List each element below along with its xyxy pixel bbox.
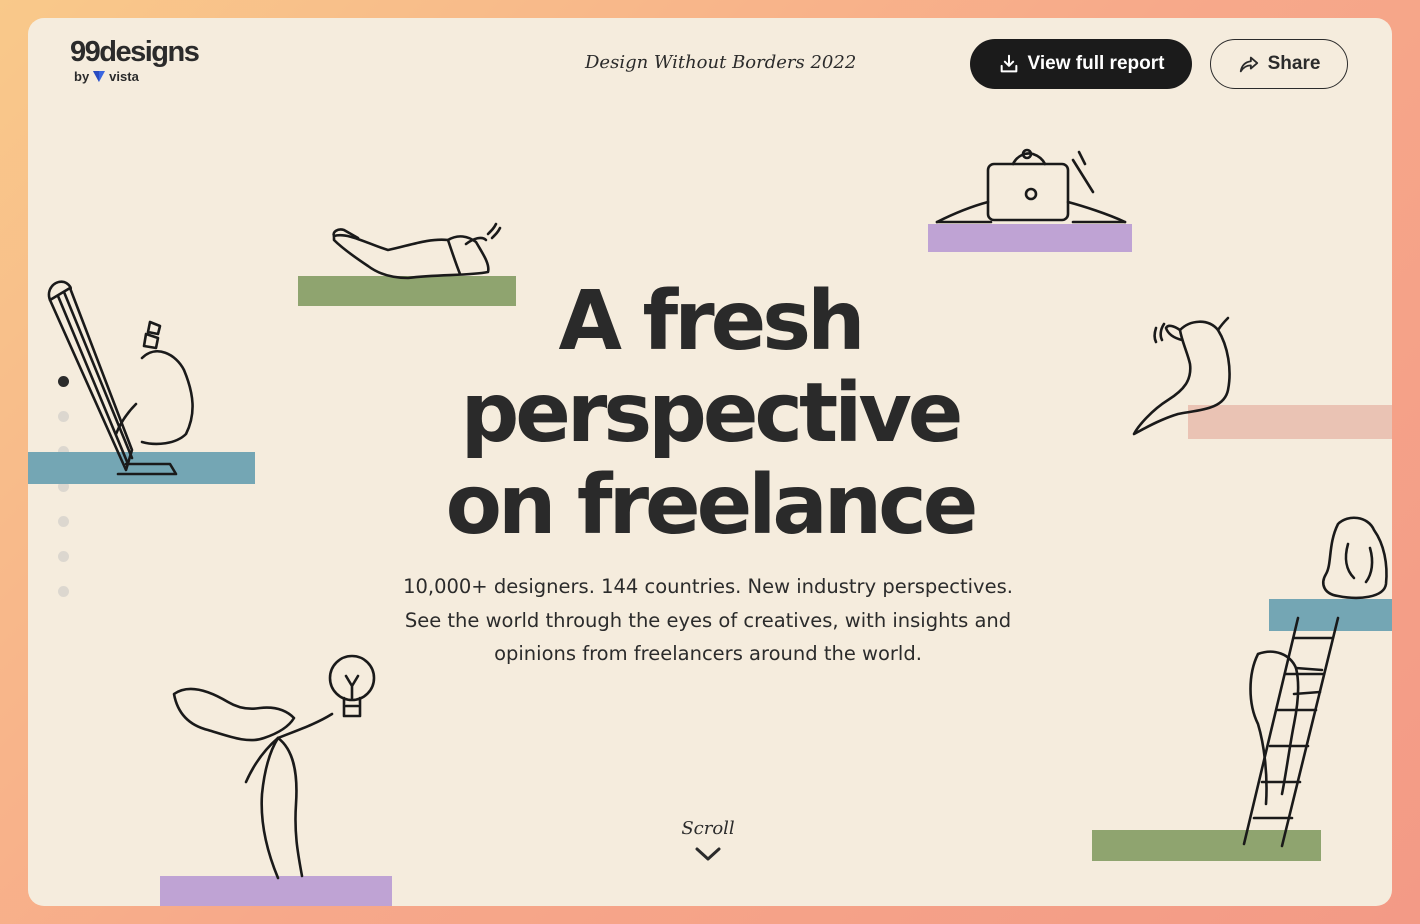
nav-dot[interactable] xyxy=(58,551,69,562)
download-icon xyxy=(1000,54,1017,73)
sitting-figure-illustration xyxy=(1322,516,1388,600)
nav-dot[interactable] xyxy=(58,516,69,527)
hero-subtitle-line: See the world through the eyes of creati… xyxy=(404,608,1012,632)
hero-title-line: perspective xyxy=(460,366,964,461)
vista-mark-icon xyxy=(93,71,106,82)
scroll-indicator[interactable]: Scroll xyxy=(668,818,748,867)
bulb-figure-illustration xyxy=(172,654,376,880)
peeking-figure-illustration xyxy=(1132,316,1231,436)
hero-title-line: A fresh xyxy=(558,274,866,369)
header-title: Design Without Borders 2022 xyxy=(585,52,857,73)
chevron-down-icon xyxy=(695,847,721,861)
hero-title-line: on freelance xyxy=(445,458,979,553)
logo[interactable]: 99designs by vista xyxy=(70,36,200,85)
hero-title: A fresh perspective on freelance xyxy=(360,276,1060,552)
share-label: Share xyxy=(1267,53,1321,74)
hero-subtitle: 10,000+ designers. 144 countries. New in… xyxy=(358,570,1058,671)
laptop-figure-illustration xyxy=(935,148,1127,224)
nav-dot[interactable] xyxy=(58,586,69,597)
logo-by: by xyxy=(74,69,90,84)
scroll-label: Scroll xyxy=(681,818,735,839)
share-button[interactable]: Share xyxy=(1210,39,1348,89)
logo-brand: vista xyxy=(109,69,139,84)
logo-wordmark: 99designs xyxy=(70,36,200,68)
hero-subtitle-line: opinions from freelancers around the wor… xyxy=(494,642,922,665)
view-full-report-label: View full report xyxy=(1027,53,1165,74)
view-full-report-button[interactable]: View full report xyxy=(970,39,1192,89)
hero-subtitle-line: 10,000+ designers. 144 countries. New in… xyxy=(403,575,1013,598)
page-frame: 99designs by vista Design Without Border… xyxy=(28,18,1392,906)
ladder-figure-illustration xyxy=(1242,616,1340,848)
pencil-figure-illustration xyxy=(47,280,194,476)
logo-byline: by vista xyxy=(74,69,198,84)
reclining-figure-illustration xyxy=(332,222,502,280)
share-arrow-icon xyxy=(1239,56,1258,73)
